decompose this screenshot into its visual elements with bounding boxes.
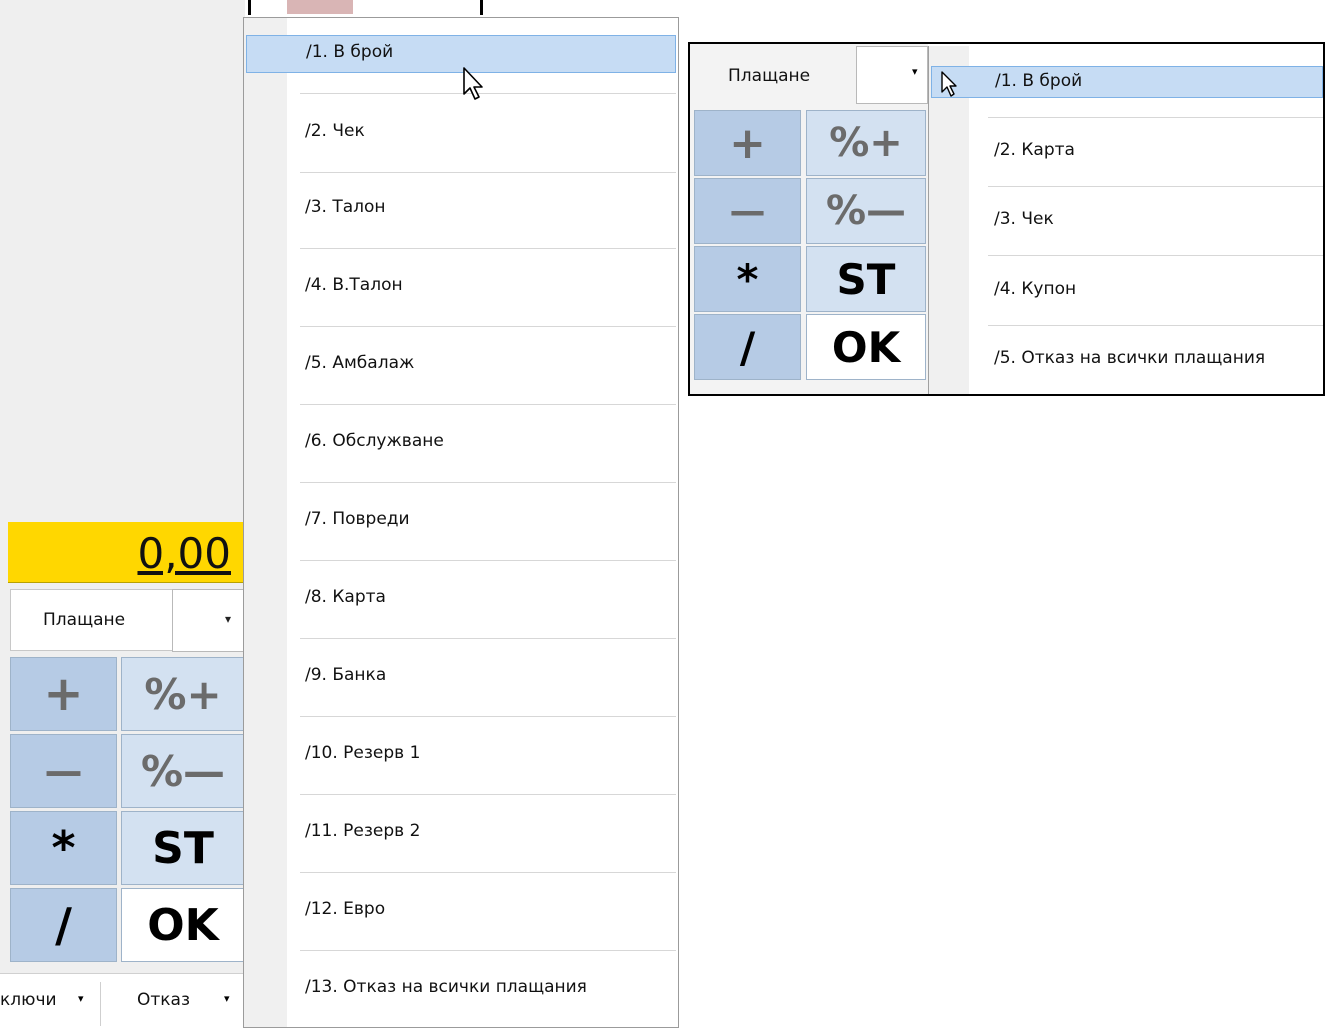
payment-combo[interactable]: ▾ — [856, 46, 928, 104]
chevron-down-icon: ▾ — [224, 992, 230, 1005]
key-minus[interactable]: — — [10, 734, 117, 808]
menu-item[interactable]: /8. Карта — [246, 563, 676, 639]
payment-row: Плащане ▾ — [10, 589, 254, 652]
menu-item-label: /10. Резерв 1 — [305, 743, 421, 763]
menu-separator — [300, 950, 676, 951]
menu-item-label: /11. Резерв 2 — [305, 821, 421, 841]
key-minus[interactable]: — — [694, 178, 801, 244]
inset-screenshot-panel: Плащане ▾ + %+ — %— * ST / OK /1. В брой… — [688, 42, 1325, 396]
menu-separator — [300, 404, 676, 405]
menu-item-label: /12. Евро — [305, 899, 386, 919]
menu-separator — [300, 560, 676, 561]
menu-item-label: /2. Чек — [305, 121, 365, 141]
menu-item-label: /4. В.Талон — [305, 275, 403, 295]
chevron-down-icon: ▾ — [78, 992, 84, 1005]
key-subtotal[interactable]: ST — [806, 246, 926, 312]
payment-dropdown-menu: /1. В брой /2. Чек /3. Талон /4. В.Талон… — [243, 17, 679, 1028]
menu-item[interactable]: /12. Евро — [246, 875, 676, 951]
menu-separator — [300, 794, 676, 795]
menu-item[interactable]: /4. В.Талон — [246, 251, 676, 327]
menu-item-label: /3. Талон — [305, 197, 386, 217]
menu-separator — [300, 872, 676, 873]
menu-separator — [300, 248, 676, 249]
menu-separator — [300, 716, 676, 717]
menu-item-spacer — [931, 49, 1323, 118]
payment-label: Плащане — [728, 66, 811, 86]
payment-label: Плащане — [43, 610, 126, 630]
key-subtotal[interactable]: ST — [121, 811, 245, 885]
bottom-toolbar: ключи ▾ Отказ ▾ — [0, 973, 245, 1029]
key-divide[interactable]: / — [10, 888, 117, 962]
mouse-cursor-icon — [941, 71, 957, 97]
menu-separator — [300, 482, 676, 483]
chevron-down-icon: ▾ — [225, 612, 232, 626]
menu-item[interactable]: /11. Резерв 2 — [246, 797, 676, 873]
inset-payment-dropdown: /1. В брой /2. Карта /3. Чек /4. Купон /… — [928, 46, 1323, 394]
key-multiply[interactable]: * — [694, 246, 801, 312]
menu-separator — [300, 93, 676, 94]
toolbar-separator — [100, 982, 101, 1026]
key-percent-minus[interactable]: %— — [121, 734, 245, 808]
menu-separator — [988, 255, 1323, 256]
cancel-button-label[interactable]: Отказ — [137, 990, 190, 1010]
menu-item[interactable]: /7. Повреди — [246, 485, 676, 561]
menu-item-label: /6. Обслужване — [305, 431, 444, 451]
menu-item[interactable]: /5. Амбалаж — [246, 329, 676, 405]
menu-item[interactable]: /2. Карта — [931, 118, 1323, 187]
key-percent-plus[interactable]: %+ — [121, 657, 245, 731]
menu-separator — [300, 326, 676, 327]
menu-item-label: /2. Карта — [994, 140, 1075, 160]
menu-item-label: /4. Купон — [994, 279, 1077, 299]
key-multiply[interactable]: * — [10, 811, 117, 885]
menu-item-label: /7. Повреди — [305, 509, 410, 529]
menu-item[interactable]: /3. Чек — [931, 187, 1323, 256]
key-divide[interactable]: / — [694, 314, 801, 380]
key-percent-plus[interactable]: %+ — [806, 110, 926, 176]
menu-item[interactable]: /9. Банка — [246, 641, 676, 717]
key-percent-minus[interactable]: %— — [806, 178, 926, 244]
menu-separator — [300, 638, 676, 639]
menu-item[interactable]: /10. Резерв 1 — [246, 719, 676, 795]
menu-item[interactable]: /2. Чек — [246, 97, 676, 173]
mouse-cursor-icon — [463, 67, 483, 100]
total-display: 0,00 — [8, 522, 245, 583]
key-plus[interactable]: + — [694, 110, 801, 176]
menu-item-label: /9. Банка — [305, 665, 387, 685]
menu-item-label: /13. Отказ на всички плащания — [305, 977, 587, 997]
menu-item-label: /8. Карта — [305, 587, 386, 607]
menu-item-label: /5. Амбалаж — [305, 353, 415, 373]
menu-item[interactable]: /5. Отказ на всички плащания — [931, 326, 1323, 395]
key-ok[interactable]: OK — [121, 888, 245, 962]
toolbar-swatch — [287, 0, 353, 14]
menu-item-label: /5. Отказ на всички плащания — [994, 348, 1266, 368]
total-amount: 0,00 — [137, 529, 231, 578]
payment-combo[interactable]: ▾ — [172, 589, 254, 652]
toolbar-divider — [480, 0, 483, 15]
chevron-down-icon: ▾ — [912, 65, 918, 78]
key-ok[interactable]: OK — [806, 314, 926, 380]
menu-item-spacer — [246, 18, 676, 94]
bottom-button-label[interactable]: ключи — [0, 990, 57, 1010]
menu-item[interactable]: /13. Отказ на всички плащания — [246, 953, 676, 1029]
menu-item[interactable]: /4. Купон — [931, 257, 1323, 326]
menu-item-label: /3. Чек — [994, 209, 1054, 229]
toolbar-divider — [248, 0, 251, 15]
menu-item[interactable]: /3. Талон — [246, 173, 676, 249]
menu-item[interactable]: /6. Обслужване — [246, 407, 676, 483]
key-plus[interactable]: + — [10, 657, 117, 731]
